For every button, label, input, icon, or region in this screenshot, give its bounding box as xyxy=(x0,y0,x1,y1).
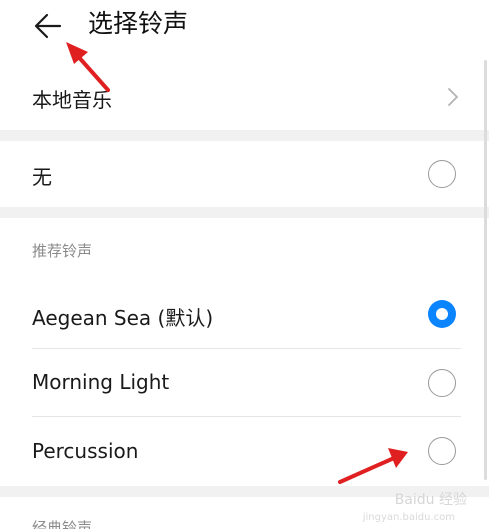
none-option-row[interactable]: 无 xyxy=(0,141,489,207)
ringtone-item-morning-light[interactable]: Morning Light xyxy=(0,349,489,416)
ringtone-label: Aegean Sea (默认) xyxy=(32,306,214,330)
section-gap xyxy=(0,130,489,141)
ringtone-item-aegean-sea[interactable]: Aegean Sea (默认) xyxy=(0,281,489,348)
none-option-label: 无 xyxy=(32,165,52,189)
baidu-watermark: Baidu 经验 xyxy=(394,492,467,508)
ringtone-radio[interactable] xyxy=(428,369,456,397)
scrollbar[interactable] xyxy=(484,60,487,480)
none-option-radio[interactable] xyxy=(428,160,456,188)
baidu-watermark-url: jingyan.baidu.com xyxy=(362,512,455,523)
app-header: 选择铃声 xyxy=(0,0,489,56)
section-gap xyxy=(0,207,489,218)
local-music-row[interactable]: 本地音乐 xyxy=(0,64,489,130)
ringtone-label: Percussion xyxy=(32,439,139,463)
ringtone-radio-selected[interactable] xyxy=(428,300,456,328)
back-button[interactable] xyxy=(28,8,68,44)
page-title: 选择铃声 xyxy=(88,9,189,38)
chevron-right-icon xyxy=(448,88,458,106)
arrow-left-icon xyxy=(34,13,62,39)
local-music-label: 本地音乐 xyxy=(32,88,112,112)
ringtone-label: Morning Light xyxy=(32,370,170,394)
classic-section-header: 经典铃声 xyxy=(32,519,93,529)
recommended-section-header: 推荐铃声 xyxy=(32,242,93,260)
ringtone-radio[interactable] xyxy=(428,437,456,465)
ringtone-item-percussion[interactable]: Percussion xyxy=(0,417,489,486)
